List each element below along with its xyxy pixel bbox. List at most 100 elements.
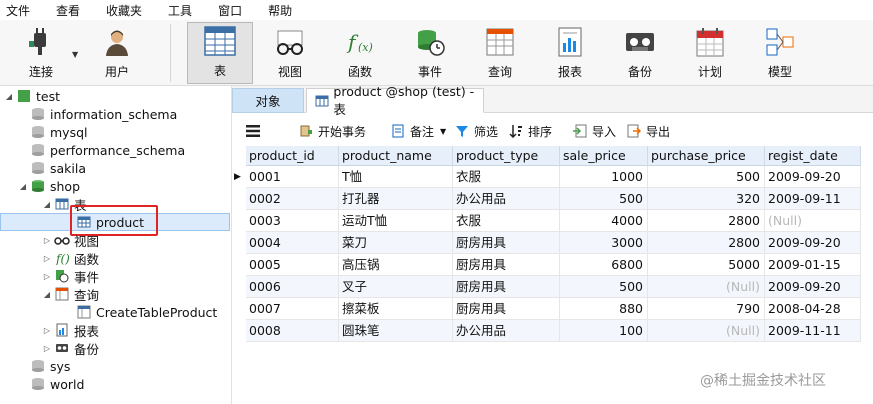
event-button[interactable]: 事件 xyxy=(397,22,463,84)
export-button[interactable]: 导出 xyxy=(626,120,670,142)
table-row[interactable]: 0007 擦菜板 厨房用具 880 790 2008-04-28 xyxy=(246,298,861,320)
table-cell[interactable]: 500 xyxy=(560,276,648,298)
table-cell[interactable]: 2008-04-28 xyxy=(765,298,861,320)
model-button[interactable]: 模型 xyxy=(747,22,813,84)
import-button[interactable]: 导入 xyxy=(572,120,616,142)
table-cell[interactable]: 运动T恤 xyxy=(339,210,453,232)
table-cell[interactable]: 2009-09-20 xyxy=(765,276,861,298)
table-cell[interactable]: (Null) xyxy=(765,210,861,232)
tree-connection-test[interactable]: ◢ test xyxy=(4,87,60,105)
table-cell[interactable]: 衣服 xyxy=(453,210,560,232)
tree-shop-reports[interactable]: ▷ 报表 xyxy=(42,321,99,339)
tree-db-sys[interactable]: sys xyxy=(28,357,70,375)
query-button[interactable]: 查询 xyxy=(467,22,533,84)
view-button[interactable]: 视图 xyxy=(257,22,323,84)
table-cell[interactable]: 100 xyxy=(560,320,648,342)
table-cell[interactable]: 叉子 xyxy=(339,276,453,298)
function-button[interactable]: f (x) 函数 xyxy=(327,22,393,84)
expand-arrow-icon[interactable]: ◢ xyxy=(42,290,52,299)
table-cell[interactable]: 2009-09-20 xyxy=(765,232,861,254)
collapse-arrow-icon[interactable]: ▷ xyxy=(42,236,52,245)
table-cell[interactable]: T恤 xyxy=(339,166,453,188)
tree-db-performance-schema[interactable]: performance_schema xyxy=(28,141,185,159)
table-cell[interactable]: 6800 xyxy=(560,254,648,276)
expand-arrow-icon[interactable]: ◢ xyxy=(18,182,28,191)
note-button[interactable]: 备注 ▼ xyxy=(390,120,446,142)
table-cell[interactable]: 办公用品 xyxy=(453,320,560,342)
tree-shop-views[interactable]: ▷ 视图 xyxy=(42,231,99,249)
tree-db-information-schema[interactable]: information_schema xyxy=(28,105,177,123)
connect-button[interactable]: 连接 xyxy=(8,22,74,84)
column-header[interactable]: purchase_price xyxy=(648,146,765,166)
collapse-arrow-icon[interactable]: ▷ xyxy=(42,272,52,281)
connect-dropdown-icon[interactable]: ▼ xyxy=(72,50,78,59)
table-row[interactable]: 0003 运动T恤 衣服 4000 2800 (Null) xyxy=(246,210,861,232)
menu-view[interactable]: 查看 xyxy=(50,2,80,19)
tree-shop-events[interactable]: ▷ 事件 xyxy=(42,267,99,285)
tree-shop-queries[interactable]: ◢ 查询 xyxy=(42,285,99,303)
column-header[interactable]: product_name xyxy=(339,146,453,166)
user-button[interactable]: 用户 xyxy=(84,22,150,84)
menu-help[interactable]: 帮助 xyxy=(262,2,292,19)
menu-tools[interactable]: 工具 xyxy=(162,2,192,19)
table-row[interactable]: 0006 叉子 厨房用具 500 (Null) 2009-09-20 xyxy=(246,276,861,298)
table-cell[interactable]: 圆珠笔 xyxy=(339,320,453,342)
column-header[interactable]: product_id xyxy=(246,146,339,166)
table-cell[interactable]: 厨房用具 xyxy=(453,276,560,298)
tree-db-sakila[interactable]: sakila xyxy=(28,159,86,177)
tab-product-table[interactable]: product @shop (test) - 表 xyxy=(306,84,484,117)
filter-button[interactable]: 筛选 xyxy=(454,120,498,142)
table-cell[interactable]: 2800 xyxy=(648,232,765,254)
schedule-button[interactable]: 计划 xyxy=(677,22,743,84)
table-cell[interactable]: (Null) xyxy=(648,276,765,298)
table-cell[interactable]: 790 xyxy=(648,298,765,320)
tree-db-world[interactable]: world xyxy=(28,375,84,393)
tree-query-item[interactable]: CreateTableProduct xyxy=(74,303,217,321)
backup-button[interactable]: 备份 xyxy=(607,22,673,84)
table-cell[interactable]: 擦菜板 xyxy=(339,298,453,320)
tab-objects[interactable]: 对象 xyxy=(232,88,304,113)
table-cell[interactable]: 2009-09-20 xyxy=(765,166,861,188)
tree-shop-backups[interactable]: ▷ 备份 xyxy=(42,339,99,357)
table-cell[interactable]: 衣服 xyxy=(453,166,560,188)
table-cell[interactable]: 厨房用具 xyxy=(453,254,560,276)
column-header[interactable]: sale_price xyxy=(560,146,648,166)
collapse-arrow-icon[interactable]: ▷ xyxy=(42,254,52,263)
column-header[interactable]: regist_date xyxy=(765,146,861,166)
table-row[interactable]: 0002 打孔器 办公用品 500 320 2009-09-11 xyxy=(246,188,861,210)
table-cell[interactable]: 3000 xyxy=(560,232,648,254)
menu-file[interactable]: 文件 xyxy=(0,2,30,19)
table-cell[interactable]: 4000 xyxy=(560,210,648,232)
begin-transaction-button[interactable]: 开始事务 xyxy=(298,120,366,142)
expand-arrow-icon[interactable]: ◢ xyxy=(42,200,52,209)
table-cell[interactable]: 厨房用具 xyxy=(453,298,560,320)
table-cell[interactable]: 打孔器 xyxy=(339,188,453,210)
table-cell[interactable]: 0006 xyxy=(246,276,339,298)
table-cell[interactable]: 500 xyxy=(560,188,648,210)
table-cell[interactable]: 2009-01-15 xyxy=(765,254,861,276)
expand-arrow-icon[interactable]: ◢ xyxy=(4,92,14,101)
menu-favorites[interactable]: 收藏夹 xyxy=(100,2,142,19)
table-cell[interactable]: 5000 xyxy=(648,254,765,276)
column-header[interactable]: product_type xyxy=(453,146,560,166)
table-cell[interactable]: 0008 xyxy=(246,320,339,342)
table-cell[interactable]: 0004 xyxy=(246,232,339,254)
table-row[interactable]: 0004 菜刀 厨房用具 3000 2800 2009-09-20 xyxy=(246,232,861,254)
hamburger-menu-icon[interactable] xyxy=(246,120,260,142)
table-button[interactable]: 表 xyxy=(187,22,253,84)
table-cell[interactable]: 2800 xyxy=(648,210,765,232)
tree-db-shop[interactable]: ◢ shop xyxy=(18,177,80,195)
table-cell[interactable]: 1000 xyxy=(560,166,648,188)
table-cell[interactable]: 0005 xyxy=(246,254,339,276)
tree-db-mysql[interactable]: mysql xyxy=(28,123,88,141)
table-cell[interactable]: 0002 xyxy=(246,188,339,210)
table-cell[interactable]: 0003 xyxy=(246,210,339,232)
table-cell[interactable]: 880 xyxy=(560,298,648,320)
table-row[interactable]: 0001 T恤 衣服 1000 500 2009-09-20 xyxy=(246,166,861,188)
sort-button[interactable]: 排序 xyxy=(508,120,552,142)
collapse-arrow-icon[interactable]: ▷ xyxy=(42,326,52,335)
table-cell[interactable]: 0001 xyxy=(246,166,339,188)
menu-window[interactable]: 窗口 xyxy=(212,2,242,19)
table-cell[interactable]: 菜刀 xyxy=(339,232,453,254)
collapse-arrow-icon[interactable]: ▷ xyxy=(42,344,52,353)
